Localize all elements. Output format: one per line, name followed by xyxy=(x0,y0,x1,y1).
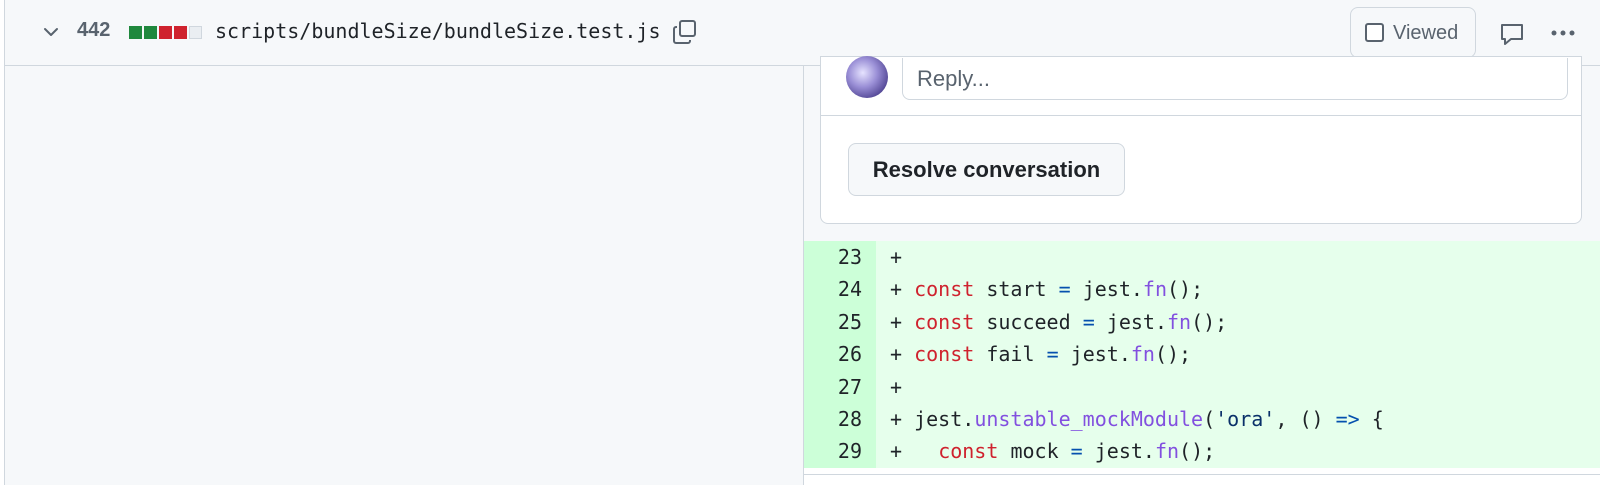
code-token: = xyxy=(1058,277,1071,302)
code-token: const xyxy=(914,309,975,334)
diff-line: 23 + xyxy=(804,241,1600,274)
code-token: succeed xyxy=(974,309,1083,334)
code-token: const xyxy=(914,342,975,367)
added-sign: + xyxy=(890,342,915,367)
added-sign: + xyxy=(890,309,915,334)
diffstat-added-square xyxy=(144,26,157,39)
code-token: jest. xyxy=(1058,342,1131,367)
code-token: = xyxy=(1046,342,1059,367)
line-code: + xyxy=(876,241,1600,274)
left-diff-pane xyxy=(4,66,804,485)
diffstat-deleted-square xyxy=(174,26,187,39)
line-number[interactable]: 25 xyxy=(804,305,876,339)
line-code: + const start = jest.fn(); xyxy=(876,273,1600,307)
viewed-label: Viewed xyxy=(1393,22,1459,44)
line-code: + const mock = jest.fn(); xyxy=(876,435,1600,469)
diffstat-neutral-square xyxy=(189,26,202,39)
code-token: (); xyxy=(1154,342,1192,367)
file-path[interactable]: scripts/bundleSize/bundleSize.test.js xyxy=(215,19,661,43)
code-token: fn xyxy=(1130,342,1155,367)
diffstat-added-square xyxy=(129,26,142,39)
diff-line: 28 + jest.unstable_mockModule('ora', () =… xyxy=(804,403,1600,436)
code-token: ( xyxy=(1203,407,1216,431)
code-token: fail xyxy=(974,342,1047,367)
code-token: jest. xyxy=(914,407,975,431)
added-sign: + xyxy=(890,374,915,399)
viewed-checkbox[interactable] xyxy=(1365,23,1384,42)
added-sign: + xyxy=(890,439,915,464)
code-token: const xyxy=(938,439,999,464)
code-token: fn xyxy=(1154,439,1180,464)
code-token: jest. xyxy=(1070,277,1143,302)
line-code: + xyxy=(876,370,1600,404)
diff-line: 24 + const start = jest.fn(); xyxy=(804,273,1600,307)
diff-line: 29 + const mock = jest.fn(); xyxy=(804,435,1600,469)
line-number[interactable]: 26 xyxy=(804,338,876,372)
more-options-icon[interactable] xyxy=(1548,20,1578,46)
code-token: mock xyxy=(998,439,1071,464)
comment-icon[interactable] xyxy=(1498,20,1526,48)
diff-line: 27 + xyxy=(804,370,1600,404)
code-token: (); xyxy=(1179,439,1216,464)
code-token: = xyxy=(1082,309,1095,334)
line-code: + jest.unstable_mockModule('ora', () => … xyxy=(876,403,1600,436)
code-token: => xyxy=(1335,407,1360,431)
diffstat-deleted-square xyxy=(159,26,172,39)
added-sign: + xyxy=(890,245,915,269)
changes-count: 442 xyxy=(77,19,111,41)
code-token: { xyxy=(1359,407,1384,431)
diffstat-bar xyxy=(129,26,202,40)
code-token: = xyxy=(1070,439,1083,464)
viewed-toggle[interactable]: Viewed xyxy=(1350,7,1476,58)
code-token: jest. xyxy=(1094,309,1167,334)
line-code: + const succeed = jest.fn(); xyxy=(876,305,1600,339)
code-token: fn xyxy=(1142,277,1167,302)
code-token: , () xyxy=(1275,407,1336,431)
line-number[interactable]: 27 xyxy=(804,370,876,404)
code-token: 'ora' xyxy=(1215,407,1276,431)
diff-bottom-border xyxy=(804,474,1600,486)
diff-lines: 23 + 24 + const start = jest.fn(); 25 + cons… xyxy=(804,241,1600,474)
added-sign: + xyxy=(890,407,915,431)
diff-line: 25 + const succeed = jest.fn(); xyxy=(804,305,1600,339)
code-token: const xyxy=(914,277,975,302)
added-sign: + xyxy=(890,277,915,302)
resolve-conversation-button[interactable]: Resolve conversation xyxy=(848,143,1125,196)
thread-divider xyxy=(821,115,1581,116)
avatar xyxy=(846,56,888,98)
line-number[interactable]: 28 xyxy=(804,403,876,436)
chevron-down-icon[interactable] xyxy=(39,20,63,44)
code-token: start xyxy=(974,277,1059,302)
code-token: (); xyxy=(1167,277,1204,302)
code-token: (); xyxy=(1191,309,1228,334)
diff-line: 26 + const fail = jest.fn(); xyxy=(804,338,1600,372)
line-number[interactable]: 24 xyxy=(804,273,876,307)
copy-icon[interactable] xyxy=(671,18,699,46)
line-code: + const fail = jest.fn(); xyxy=(876,338,1600,372)
code-token: fn xyxy=(1166,309,1192,334)
code-token: unstable_mockModule xyxy=(974,407,1204,431)
line-number[interactable]: 23 xyxy=(804,241,876,274)
code-token: jest. xyxy=(1082,439,1155,464)
line-number[interactable]: 29 xyxy=(804,435,876,469)
reply-input[interactable]: Reply... xyxy=(902,58,1568,100)
